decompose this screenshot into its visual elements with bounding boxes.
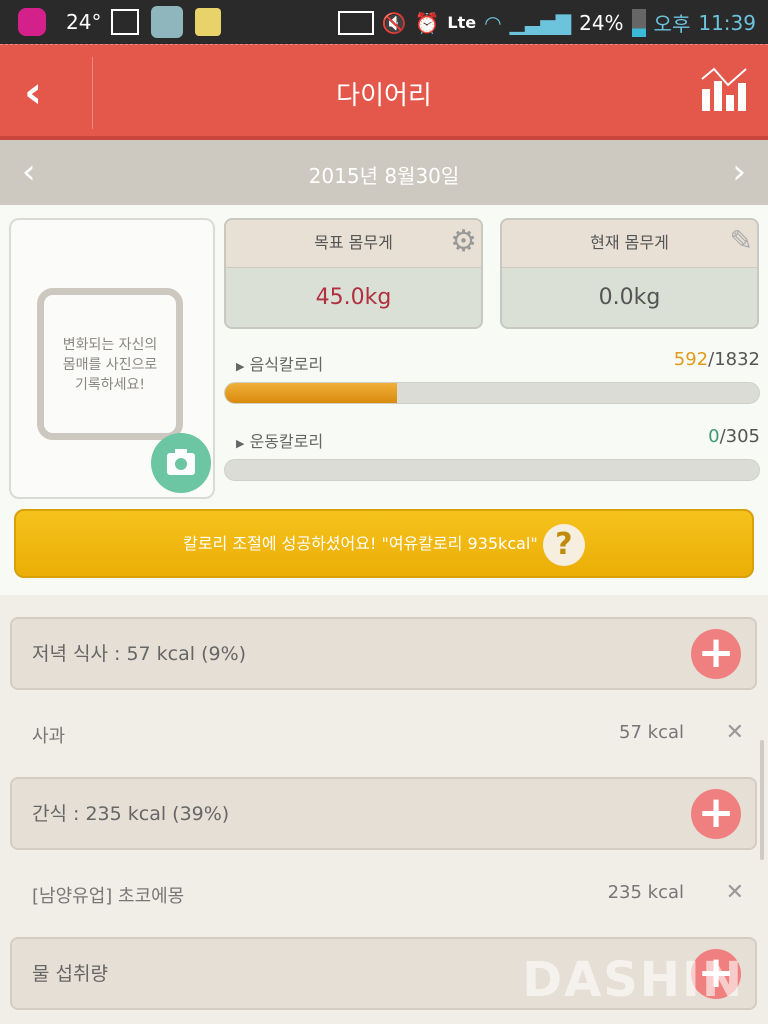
wifi-icon: ◠ [484, 10, 502, 35]
status-bar: 24° 🔇 ⏰ Lte ◠ ▁▃▅▇ 24% 오후 11:39 [0, 0, 768, 44]
food-calorie-goal: /1832 [708, 349, 760, 370]
network-label: Lte [447, 13, 477, 32]
section-title: 물 섭취량 [32, 963, 108, 985]
alarm-icon: ⏰ [414, 10, 440, 35]
food-name: [남양유업] 초코에몽 [32, 886, 185, 907]
food-calorie-bar [224, 382, 760, 404]
triangle-icon: ▶ [236, 437, 245, 450]
triangle-icon: ▶ [236, 360, 245, 373]
exercise-calorie-bar [224, 459, 760, 481]
photo-prompt-line: 변화되는 자신의 [62, 337, 158, 353]
meal-section-dinner[interactable]: 저녁 식사 : 57 kcal (9%) + [10, 617, 757, 690]
camera-icon [167, 449, 195, 475]
cash-app-icon [151, 6, 184, 38]
body-photo-card[interactable]: 변화되는 자신의몸매를 사진으로기록하세요! [9, 218, 215, 499]
app-icon [18, 8, 46, 36]
temperature: 24° [66, 10, 102, 34]
list-item[interactable]: [남양유업] 초코에몽 235 kcal ✕ [32, 880, 744, 908]
image-icon [111, 9, 140, 35]
photo-prompt-line: 기록하세요! [74, 377, 145, 393]
gear-icon[interactable]: ⚙ [450, 224, 477, 259]
list-item[interactable]: 사과 57 kcal ✕ [32, 720, 744, 748]
banner-text: 칼로리 조절에 성공하셨어요! "여유칼로리 935kcal" [183, 534, 538, 553]
camera-button[interactable] [151, 433, 211, 493]
food-calorie-text: 음식칼로리 [249, 355, 324, 374]
section-title: 저녁 식사 : 57 kcal (9%) [32, 643, 247, 665]
exercise-calorie-label: ▶ 운동칼로리 [236, 428, 323, 452]
exercise-calorie-value: 0/305 [708, 426, 760, 447]
calorie-result-banner[interactable]: 칼로리 조절에 성공하셨어요! "여유칼로리 935kcal" ? [14, 509, 754, 578]
exercise-calorie-goal: /305 [719, 426, 760, 447]
screen-mirror-icon [337, 10, 374, 35]
page-title: 다이어리 [336, 81, 432, 111]
target-weight-value: 45.0kg [315, 285, 392, 310]
target-weight-label: 목표 몸무게 [226, 220, 481, 268]
photo-prompt-line: 몸매를 사진으로 [62, 357, 158, 373]
pencil-icon[interactable]: ✎ [730, 224, 753, 257]
scrollbar[interactable] [760, 740, 764, 860]
food-calorie-fill [225, 383, 398, 403]
exercise-calorie-text: 운동칼로리 [249, 432, 324, 451]
meal-section-snack[interactable]: 간식 : 235 kcal (39%) + [10, 777, 757, 850]
current-date: 2015년 8월30일 [308, 164, 460, 188]
food-calorie-current: 592 [673, 349, 709, 370]
add-button[interactable]: + [691, 629, 741, 679]
next-date-button[interactable]: › [732, 152, 746, 192]
add-button[interactable]: + [691, 789, 741, 839]
section-title: 간식 : 235 kcal (39%) [32, 803, 230, 825]
clock: 11:39 [698, 10, 756, 35]
food-calorie-label: ▶ 음식칼로리 [236, 351, 323, 375]
food-calorie-value: 592/1832 [674, 349, 760, 370]
watermark-logo: DASHIN [522, 952, 744, 1008]
delete-icon[interactable]: ✕ [726, 720, 744, 745]
date-navigator: ‹ 2015년 8월30일 › [0, 140, 768, 205]
battery-percent: 24% [579, 10, 624, 35]
current-weight-value: 0.0kg [598, 285, 661, 310]
mute-icon: 🔇 [381, 10, 407, 35]
food-name: 사과 [32, 726, 66, 747]
current-weight-card[interactable]: 현재 몸무게 ✎ 0.0kg [500, 218, 759, 329]
help-icon[interactable]: ? [542, 523, 585, 566]
battery-icon [631, 8, 646, 37]
app-header: ‹ 다이어리 [0, 44, 768, 140]
target-weight-card[interactable]: 목표 몸무게 ⚙ 45.0kg [224, 218, 483, 329]
notepad-icon: 변화되는 자신의몸매를 사진으로기록하세요! [37, 288, 183, 440]
ampm: 오후 [653, 12, 691, 36]
food-kcal: 57 kcal [619, 722, 684, 743]
exercise-calorie-current: 0 [708, 426, 720, 447]
memo-app-icon [195, 8, 222, 36]
delete-icon[interactable]: ✕ [726, 880, 744, 905]
current-weight-label: 현재 몸무게 [502, 220, 757, 268]
stats-chart-icon[interactable] [700, 67, 748, 111]
food-kcal: 235 kcal [607, 882, 684, 903]
signal-icon: ▁▃▅▇ [509, 10, 572, 35]
